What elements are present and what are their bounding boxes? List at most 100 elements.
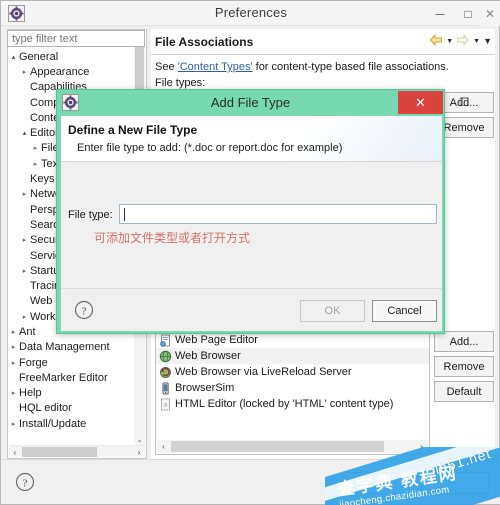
editor-list-item-label: Web Browser xyxy=(175,350,241,362)
dialog-banner-subtitle: Enter file type to add: (*.doc or report… xyxy=(77,142,343,154)
tree-twisty-icon[interactable]: ▸ xyxy=(30,160,41,168)
editor-list-item[interactable]: Web Browser xyxy=(156,348,429,364)
scroll-right-arrow-icon[interactable]: › xyxy=(415,440,428,453)
editor-list-item-label: BrowserSim xyxy=(175,382,235,394)
preferences-titlebar: Preferences ─ □ ✕ xyxy=(1,1,500,26)
tree-item-label: General xyxy=(19,50,59,63)
back-arrow-icon[interactable] xyxy=(429,33,443,48)
editor-list-item[interactable]: Web Page Editor xyxy=(156,332,429,348)
dialog-maximize-button[interactable]: ❐ xyxy=(451,90,477,114)
forward-dropdown-icon[interactable]: ▼ xyxy=(473,38,480,45)
file-type-label: File type: xyxy=(68,209,113,221)
tree-twisty-icon[interactable]: ▴ xyxy=(8,53,19,61)
tree-item-label: Help xyxy=(19,387,42,400)
tree-hscroll-thumb[interactable] xyxy=(22,447,97,457)
svg-text:?: ? xyxy=(23,478,28,490)
scroll-left-arrow-icon[interactable]: ‹ xyxy=(157,440,170,453)
tree-twisty-icon[interactable]: ▸ xyxy=(8,343,19,351)
dialog-banner: Define a New File Type Enter file type t… xyxy=(61,116,442,162)
tree-twisty-icon[interactable]: ▸ xyxy=(30,144,41,152)
file-type-input[interactable] xyxy=(119,204,437,224)
content-types-link[interactable]: 'Content Types' xyxy=(178,61,253,73)
help-question-icon[interactable]: ? xyxy=(15,472,35,492)
back-dropdown-icon[interactable]: ▼ xyxy=(446,38,453,45)
preferences-ok-button[interactable] xyxy=(346,472,414,494)
editors-rows: Web Page Editor Web Browser Web Browser vi… xyxy=(156,332,429,412)
editor-list-item-label: HTML Editor (locked by 'HTML' content ty… xyxy=(175,398,394,410)
tree-item-label: Install/Update xyxy=(19,417,87,430)
text-caret xyxy=(124,208,125,221)
editors-horizontal-scrollbar[interactable]: ‹ › xyxy=(157,440,428,453)
tree-twisty-icon[interactable]: ▸ xyxy=(19,313,30,321)
annotation-text: 可添加文件类型或者打开方式 xyxy=(94,231,251,245)
associated-editors-list[interactable]: Web Page Editor Web Browser Web Browser vi… xyxy=(155,331,430,455)
tree-twisty-icon[interactable]: ▸ xyxy=(8,328,19,336)
page-title: File Associations xyxy=(155,35,254,49)
tree-twisty-icon[interactable]: ▸ xyxy=(8,420,19,428)
html-editor-icon: a xyxy=(159,398,172,411)
editor-list-item-label: Web Page Editor xyxy=(175,334,258,346)
dialog-cancel-button[interactable]: Cancel xyxy=(372,300,437,322)
page-menu-icon[interactable]: ▼ xyxy=(483,36,492,46)
tree-twisty-icon[interactable]: ▴ xyxy=(19,129,30,137)
tree-item-data-management[interactable]: ▸ Data Management xyxy=(8,340,138,355)
forward-arrow-icon[interactable] xyxy=(456,33,470,48)
tree-item-forge[interactable]: ▸ Forge xyxy=(8,355,138,370)
close-button[interactable]: ✕ xyxy=(479,1,500,26)
tree-item-help[interactable]: ▸ Help xyxy=(8,386,138,401)
tree-twisty-icon[interactable]: ▸ xyxy=(8,389,19,397)
svg-text:?: ? xyxy=(82,306,87,318)
dialog-banner-title: Define a New File Type xyxy=(68,123,198,137)
tree-item-label: FreeMarker Editor xyxy=(19,371,108,384)
tree-twisty-icon[interactable]: ▸ xyxy=(19,68,30,76)
tree-twisty-icon[interactable]: ▸ xyxy=(8,359,19,367)
dialog-titlebar: Add File Type ─ ❐ ✕ xyxy=(57,90,469,116)
livereload-icon xyxy=(159,366,172,379)
dialog-ok-button[interactable]: OK xyxy=(300,300,365,322)
device-icon xyxy=(159,382,172,395)
tree-horizontal-scrollbar[interactable]: ‹ › xyxy=(9,445,145,457)
add-file-type-dialog: Add File Type ─ ❐ ✕ Define a New File Ty… xyxy=(56,89,469,334)
editors-hscroll-thumb[interactable] xyxy=(171,441,384,452)
tree-item-label: Appearance xyxy=(30,65,90,78)
dialog-separator xyxy=(61,288,442,289)
file-types-label: File types: xyxy=(155,77,206,89)
tree-item-label: Ant xyxy=(19,325,36,338)
page-header: File Associations ▼ ▼ ▼ xyxy=(151,29,495,55)
tree-twisty-icon[interactable]: ▸ xyxy=(19,190,30,198)
tree-item-appearance[interactable]: ▸ Appearance xyxy=(8,64,138,79)
tree-item-label: Keys xyxy=(30,173,55,186)
tree-item-install-update[interactable]: ▸ Install/Update xyxy=(8,416,138,431)
tree-item-label: Forge xyxy=(19,356,48,369)
tree-twisty-icon[interactable]: ▸ xyxy=(19,236,30,244)
add-editor-button[interactable]: Add... xyxy=(434,331,494,352)
tree-item-general[interactable]: ▴ General xyxy=(8,49,138,64)
dialog-title: Add File Type xyxy=(210,95,291,110)
tree-item-label: HQL editor xyxy=(19,402,72,415)
remove-editor-button[interactable]: Remove xyxy=(434,356,494,377)
preferences-cancel-button[interactable] xyxy=(421,472,489,494)
editor-list-item[interactable]: Web Browser via LiveReload Server xyxy=(156,364,429,380)
filter-input[interactable] xyxy=(7,30,145,47)
minimize-button[interactable]: ─ xyxy=(425,1,455,26)
preferences-bottom-bar: ? xyxy=(1,459,500,504)
see-prefix: See xyxy=(155,61,178,73)
scroll-right-arrow-icon[interactable]: › xyxy=(133,446,145,458)
globe-icon xyxy=(159,350,172,363)
tree-item-freemarker-editor[interactable]: FreeMarker Editor xyxy=(8,370,138,385)
dialog-body: Define a New File Type Enter file type t… xyxy=(61,116,442,331)
scroll-left-arrow-icon[interactable]: ‹ xyxy=(9,446,21,458)
editor-list-item-label: Web Browser via LiveReload Server xyxy=(175,366,352,378)
tree-item-hql-editor[interactable]: HQL editor xyxy=(8,401,138,416)
content-types-hint: See 'Content Types' for content-type bas… xyxy=(155,61,449,73)
help-question-icon[interactable]: ? xyxy=(74,300,94,320)
page-editor-icon xyxy=(159,334,172,347)
tree-twisty-icon[interactable]: ▸ xyxy=(19,267,30,275)
editor-list-item[interactable]: a HTML Editor (locked by 'HTML' content t… xyxy=(156,396,429,412)
default-editor-button[interactable]: Default xyxy=(434,381,494,402)
page-nav-controls: ▼ ▼ ▼ xyxy=(429,33,492,49)
editor-list-item[interactable]: BrowserSim xyxy=(156,380,429,396)
see-suffix: for content-type based file associations… xyxy=(252,61,449,73)
tree-item-label: Data Management xyxy=(19,341,110,354)
dialog-close-button[interactable]: ✕ xyxy=(398,91,443,114)
